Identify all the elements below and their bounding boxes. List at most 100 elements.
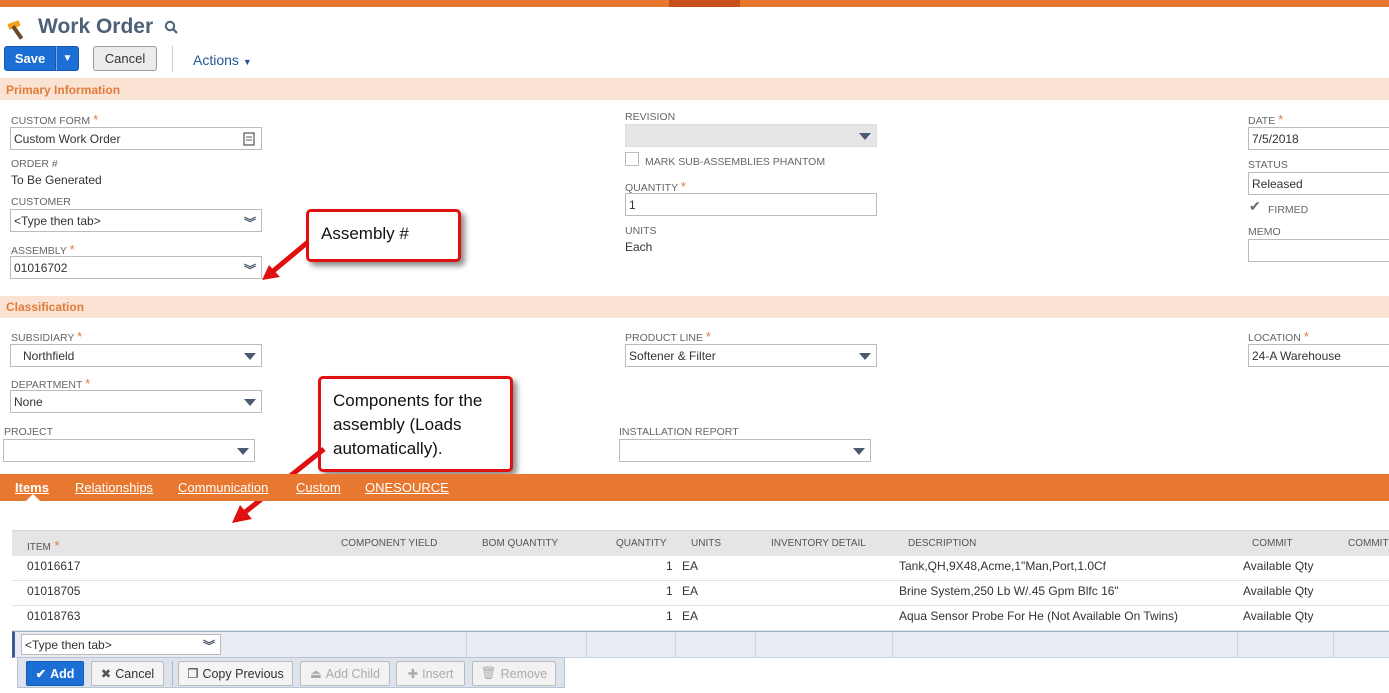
double-chevron-down-icon[interactable]: ︾ bbox=[203, 637, 215, 654]
edit-cell[interactable] bbox=[1238, 632, 1334, 657]
edit-cell[interactable] bbox=[676, 632, 756, 657]
components-callout-line: automatically). bbox=[333, 439, 443, 458]
insert-button[interactable]: ✚ Insert bbox=[396, 661, 465, 686]
caret-down-icon bbox=[244, 353, 256, 360]
toolbar-divider bbox=[172, 46, 173, 72]
edit-cell[interactable] bbox=[893, 632, 1238, 657]
date-label: DATE * bbox=[1248, 112, 1284, 127]
close-icon: ✖ bbox=[100, 667, 112, 681]
col-quantity[interactable]: QUANTITY bbox=[616, 538, 667, 549]
edit-cell[interactable] bbox=[467, 632, 587, 657]
col-item[interactable]: ITEM * bbox=[27, 538, 60, 553]
row-item: 01018763 bbox=[27, 609, 81, 623]
product-line-label: PRODUCT LINE * bbox=[625, 329, 711, 344]
components-callout-line: assembly (Loads bbox=[333, 415, 462, 434]
date-field[interactable]: 7/5/2018 bbox=[1248, 127, 1389, 150]
cancel-button[interactable]: Cancel bbox=[93, 46, 157, 71]
cancel-row-button[interactable]: ✖ Cancel bbox=[91, 661, 164, 686]
location-label: LOCATION * bbox=[1248, 329, 1309, 344]
primary-section-header bbox=[0, 78, 1389, 100]
save-button[interactable]: Save bbox=[4, 46, 56, 71]
customer-field[interactable]: <Type then tab> ︾ bbox=[10, 209, 262, 232]
remove-button[interactable]: 🗑 Remove bbox=[472, 661, 556, 686]
location-value: 24-A Warehouse bbox=[1252, 348, 1341, 363]
location-select[interactable]: 24-A Warehouse bbox=[1248, 344, 1389, 367]
project-select[interactable] bbox=[3, 439, 255, 462]
plus-icon: ✚ bbox=[407, 667, 419, 681]
firmed-label: FIRMED bbox=[1268, 204, 1309, 216]
copy-icon: ❐ bbox=[187, 667, 199, 681]
firmed-checkbox[interactable]: ✔ bbox=[1249, 199, 1263, 213]
assembly-field[interactable]: 01016702 ︾ bbox=[10, 256, 262, 279]
project-label: PROJECT bbox=[4, 426, 54, 438]
caret-down-icon bbox=[853, 448, 865, 455]
double-chevron-down-icon[interactable]: ︾ bbox=[244, 214, 256, 231]
department-select[interactable]: None bbox=[10, 390, 262, 413]
add-row-button[interactable]: ✔ Add bbox=[26, 661, 84, 686]
edit-form-icon[interactable] bbox=[243, 132, 256, 149]
table-row[interactable] bbox=[12, 606, 1389, 631]
subsidiary-select[interactable]: Northfield bbox=[10, 344, 262, 367]
col-commit[interactable]: COMMIT bbox=[1252, 538, 1293, 549]
assembly-label: ASSEMBLY * bbox=[11, 242, 75, 257]
quantity-field[interactable]: 1 bbox=[625, 193, 877, 216]
row-quantity: 1 bbox=[666, 609, 673, 623]
table-row[interactable] bbox=[12, 556, 1389, 581]
assembly-value: 01016702 bbox=[14, 260, 68, 275]
assembly-callout: Assembly # bbox=[306, 209, 461, 262]
col-inventory-detail[interactable]: INVENTORY DETAIL bbox=[771, 538, 866, 549]
hammer-icon bbox=[6, 16, 32, 40]
tab-items[interactable]: Items bbox=[15, 480, 49, 495]
actions-menu[interactable]: Actions ▼ bbox=[193, 52, 252, 68]
tab-communication[interactable]: Communication bbox=[178, 480, 268, 495]
actions-label: Actions bbox=[193, 52, 239, 68]
custom-form-label: CUSTOM FORM * bbox=[11, 112, 99, 127]
custom-form-field[interactable]: Custom Work Order bbox=[10, 127, 262, 150]
col-bom-quantity[interactable]: BOM QUANTITY bbox=[482, 538, 558, 549]
installation-report-label: INSTALLATION REPORT bbox=[619, 426, 739, 438]
row-description: Tank,QH,9X48,Acme,1"Man,Port,1.0Cf bbox=[899, 559, 1107, 573]
search-icon[interactable] bbox=[164, 20, 179, 35]
add-child-icon: ⏏ bbox=[309, 667, 322, 681]
product-line-value: Softener & Filter bbox=[629, 348, 716, 363]
department-label: DEPARTMENT * bbox=[11, 376, 91, 391]
product-line-select[interactable]: Softener & Filter bbox=[625, 344, 877, 367]
row-units: EA bbox=[682, 559, 699, 573]
col-commitment[interactable]: COMMITI bbox=[1348, 538, 1389, 549]
installation-report-select[interactable] bbox=[619, 439, 871, 462]
edit-cell[interactable] bbox=[756, 632, 893, 657]
double-chevron-down-icon[interactable]: ︾ bbox=[244, 261, 256, 278]
col-component-yield[interactable]: COMPONENT YIELD bbox=[341, 538, 437, 549]
assembly-callout-text: Assembly # bbox=[321, 224, 409, 243]
row-item: 01016617 bbox=[27, 559, 81, 573]
add-child-button[interactable]: ⏏ Add Child bbox=[300, 661, 390, 686]
status-label: STATUS bbox=[1248, 159, 1288, 171]
tab-onesource[interactable]: ONESOURCE bbox=[365, 480, 449, 495]
new-item-input[interactable]: <Type then tab> ︾ bbox=[21, 634, 221, 655]
copy-previous-button[interactable]: ❐ Copy Previous bbox=[178, 661, 293, 686]
components-callout-line: Components for the bbox=[333, 391, 483, 410]
phantom-checkbox[interactable] bbox=[625, 152, 639, 166]
memo-field[interactable] bbox=[1248, 239, 1389, 262]
edit-cell[interactable] bbox=[587, 632, 676, 657]
col-units[interactable]: UNITS bbox=[691, 538, 721, 549]
custom-form-value: Custom Work Order bbox=[14, 131, 121, 146]
top-accent-tab bbox=[669, 0, 740, 7]
caret-down-icon: ▼ bbox=[62, 53, 73, 64]
subsidiary-label: SUBSIDIARY * bbox=[11, 329, 83, 344]
save-dropdown-button[interactable]: ▼ bbox=[56, 46, 79, 71]
col-description[interactable]: DESCRIPTION bbox=[908, 538, 976, 549]
checkmark-icon: ✔ bbox=[1249, 198, 1261, 214]
status-field[interactable]: Released bbox=[1248, 172, 1389, 195]
page-title: Work Order bbox=[38, 15, 154, 38]
caret-down-icon bbox=[244, 399, 256, 406]
table-row[interactable] bbox=[12, 581, 1389, 606]
row-quantity: 1 bbox=[666, 559, 673, 573]
tab-relationships[interactable]: Relationships bbox=[75, 480, 153, 495]
row-commit: Available Qty bbox=[1243, 559, 1314, 573]
date-value: 7/5/2018 bbox=[1252, 131, 1299, 146]
tab-custom[interactable]: Custom bbox=[296, 480, 341, 495]
edit-cell[interactable] bbox=[326, 632, 467, 657]
row-quantity: 1 bbox=[666, 584, 673, 598]
row-commit: Available Qty bbox=[1243, 584, 1314, 598]
